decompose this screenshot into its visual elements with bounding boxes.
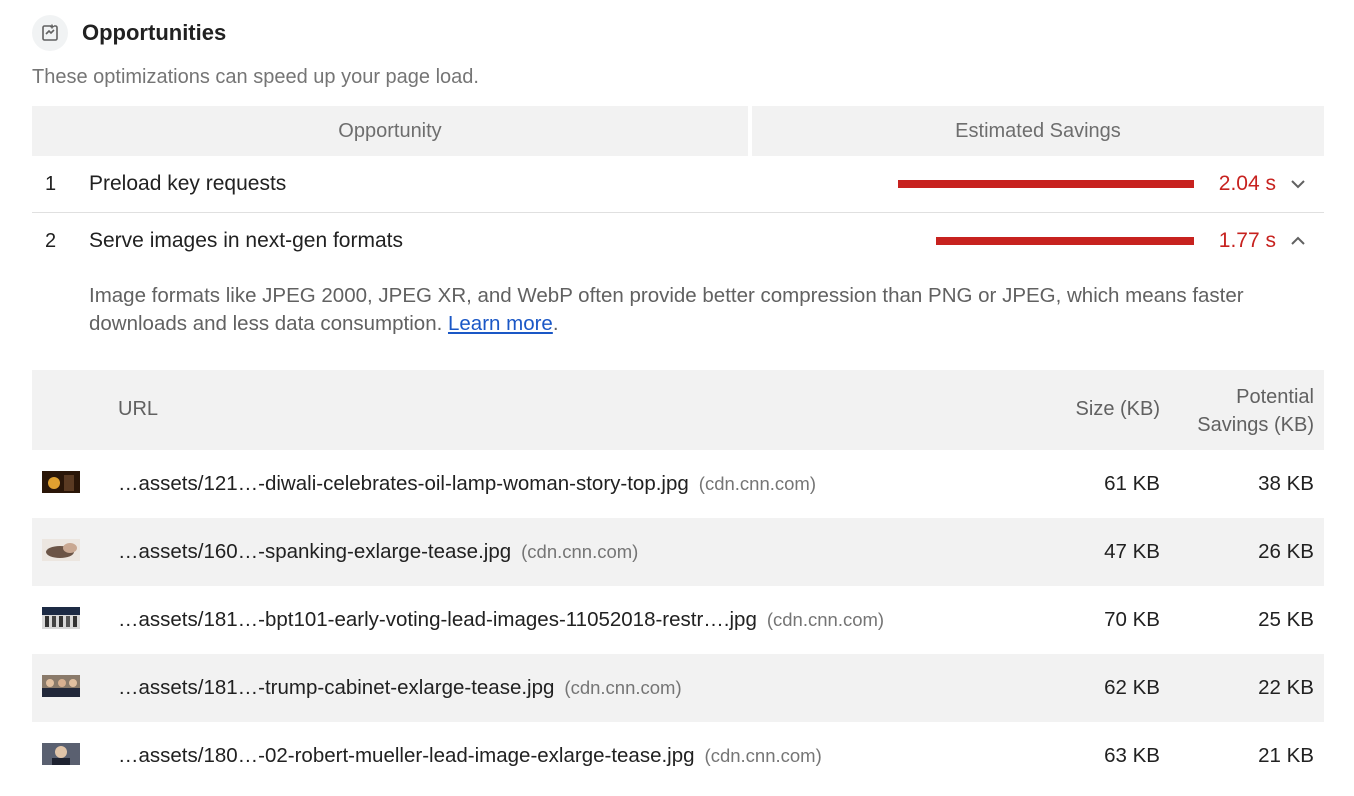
diwali-thumbnail	[42, 471, 80, 493]
resource-host: (cdn.cnn.com)	[698, 473, 817, 494]
table-row: …assets/121…-diwali-celebrates-oil-lamp-…	[32, 450, 1324, 518]
resource-savings: 22 KB	[1258, 676, 1314, 699]
table-row: …assets/181…-bpt101-early-voting-lead-im…	[32, 586, 1324, 654]
section-header: Opportunities	[32, 14, 226, 52]
table-row: …assets/180…-02-robert-mueller-lead-imag…	[32, 722, 1324, 790]
resource-host: (cdn.cnn.com)	[766, 609, 885, 630]
opportunity-icon	[32, 15, 68, 51]
opportunity-number: 1	[45, 172, 57, 195]
mueller-thumbnail	[42, 743, 80, 765]
resource-url: …assets/160…-spanking-exlarge-tease.jpg	[118, 540, 512, 563]
section-description: These optimizations can speed up your pa…	[32, 66, 479, 88]
resource-size: 63 KB	[1104, 744, 1160, 767]
resource-size: 62 KB	[1104, 676, 1160, 699]
resource-savings: 26 KB	[1258, 540, 1314, 563]
details-table-header: URL Size (KB) Potential Savings (KB)	[32, 370, 1324, 450]
opportunity-row-next-gen-formats[interactable]: 2 Serve images in next-gen formats 1.77 …	[32, 213, 1324, 269]
resource-size: 47 KB	[1104, 540, 1160, 563]
cabinet-thumbnail	[42, 675, 80, 697]
resource-url: …assets/181…-bpt101-early-voting-lead-im…	[118, 608, 757, 631]
opportunity-description: Image formats like JPEG 2000, JPEG XR, a…	[89, 284, 1244, 335]
details-table: URL Size (KB) Potential Savings (KB) …as…	[32, 370, 1324, 790]
resource-savings: 21 KB	[1258, 744, 1314, 767]
savings-value: 1.77 s	[1218, 229, 1276, 252]
estimated-savings-column-header: Estimated Savings	[752, 106, 1324, 156]
lighthouse-opportunities-panel: Opportunities These optimizations can sp…	[0, 0, 1354, 796]
chevron-down-icon[interactable]	[1290, 176, 1306, 192]
resource-host: (cdn.cnn.com)	[564, 677, 682, 698]
resource-size: 70 KB	[1104, 608, 1160, 631]
voting-thumbnail	[42, 607, 80, 629]
url-column-header: URL	[118, 398, 159, 420]
resource-url: …assets/181…-trump-cabinet-exlarge-tease…	[118, 676, 555, 699]
potential-savings-column-header: Potential Savings (KB)	[1197, 386, 1314, 436]
resource-size: 61 KB	[1104, 472, 1160, 495]
opportunity-row-preload-key-requests[interactable]: 1 Preload key requests 2.04 s	[32, 156, 1324, 213]
opportunity-column-header: Opportunity	[32, 106, 748, 156]
resource-url: …assets/180…-02-robert-mueller-lead-imag…	[118, 744, 695, 767]
opportunity-title: Preload key requests	[89, 172, 287, 195]
size-column-header: Size (KB)	[1075, 398, 1160, 420]
table-row: …assets/160…-spanking-exlarge-tease.jpg (…	[32, 518, 1324, 586]
resource-host: (cdn.cnn.com)	[704, 745, 822, 766]
chevron-up-icon[interactable]	[1290, 233, 1306, 249]
spanking-thumbnail	[42, 539, 80, 561]
opportunity-table-header: Opportunity Estimated Savings	[32, 106, 1324, 156]
resource-url: …assets/121…-diwali-celebrates-oil-lamp-…	[118, 472, 689, 495]
description-text: Image formats like JPEG 2000, JPEG XR, a…	[89, 284, 1244, 335]
savings-bar	[936, 237, 1194, 245]
opportunity-number: 2	[45, 229, 57, 252]
opportunity-title: Serve images in next-gen formats	[89, 229, 403, 252]
table-row: …assets/181…-trump-cabinet-exlarge-tease…	[32, 654, 1324, 722]
savings-value: 2.04 s	[1218, 172, 1276, 195]
savings-bar	[898, 180, 1194, 188]
resource-savings: 38 KB	[1258, 472, 1314, 495]
section-title: Opportunities	[82, 20, 227, 45]
learn-more-link[interactable]: Learn more	[448, 312, 553, 335]
resource-host: (cdn.cnn.com)	[521, 541, 639, 562]
resource-savings: 25 KB	[1258, 608, 1314, 631]
